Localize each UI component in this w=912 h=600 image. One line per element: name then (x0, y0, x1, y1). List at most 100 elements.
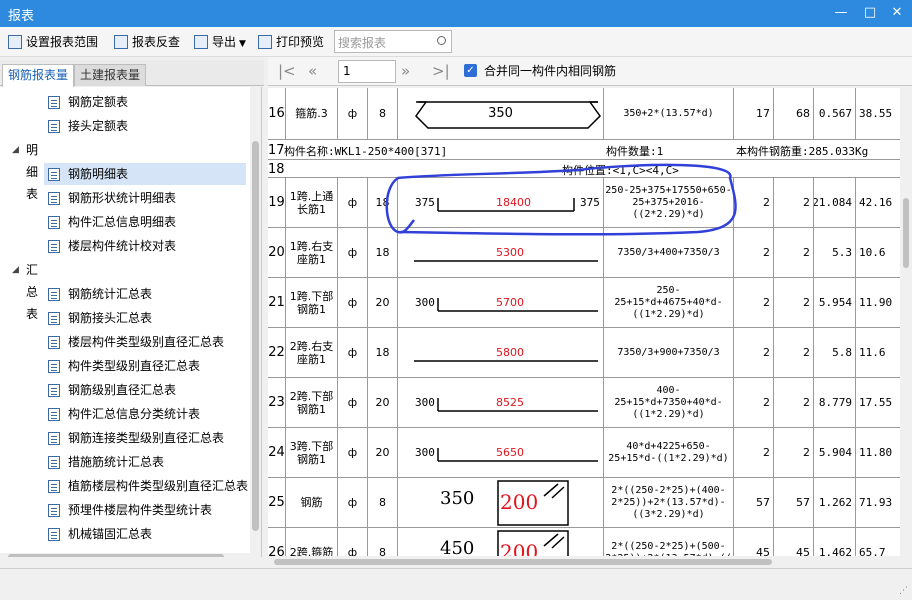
single-length: 8.779 (814, 378, 856, 427)
close-button[interactable]: ✕ (886, 3, 908, 23)
chevron-down-icon: ▼ (239, 39, 246, 49)
total-weight: 10.6 (856, 228, 900, 277)
bar-name: 1跨.上通长筋1 (286, 178, 338, 227)
single-length: 1.462 (814, 528, 856, 556)
maximize-button[interactable]: □ (859, 3, 881, 23)
component-position-row: 18 构件位置:<1,C><4,C> (268, 160, 900, 178)
toolbar: 设置报表范围 报表反查 导出 ▼ 打印预览 (0, 27, 912, 57)
left-hook-length: 300 (415, 396, 435, 409)
stirrup-height: 200 (500, 490, 539, 514)
row-number: 26 (268, 528, 286, 556)
tab-civil-report[interactable]: 土建报表量 (74, 64, 147, 86)
bar-grade: ф (338, 278, 368, 327)
minimize-button[interactable]: — (830, 3, 852, 23)
bar-shape: 450 200 (398, 528, 604, 556)
total-count: 2 (774, 278, 814, 327)
next-page-icon[interactable]: » (401, 62, 410, 80)
length-formula: 250-25+15*d+4675+40*d-((1*2.29)*d) (604, 278, 734, 327)
tree-vertical-scrollbar[interactable] (250, 87, 261, 557)
bar-count: 2 (734, 228, 774, 277)
table-row: 25 钢筋 ф 8 350 200 2*((250-2*25)+(400-2*2… (268, 478, 900, 528)
reverse-icon (114, 35, 128, 49)
search-icon[interactable] (437, 36, 446, 45)
component-position: 构件位置:<1,C><4,C> (562, 164, 679, 177)
bar-diameter: 20 (368, 428, 398, 477)
resize-grip-icon[interactable]: ⋰ (899, 586, 908, 596)
bar-grade: ф (338, 428, 368, 477)
report-search-input[interactable]: 搜索报表 (334, 30, 452, 53)
bar-name: 2跨.下部钢筋1 (286, 378, 338, 427)
row-number: 18 (268, 162, 285, 177)
bar-count: 57 (734, 478, 774, 527)
range-icon (8, 35, 22, 49)
set-range-button[interactable]: 设置报表范围 (8, 32, 98, 52)
total-count: 2 (774, 228, 814, 277)
component-count: 构件数量:1 (606, 145, 664, 158)
row-number: 24 (268, 428, 286, 477)
bar-main-length: 5650 (496, 446, 524, 459)
document-icon (48, 192, 60, 205)
document-icon (48, 96, 60, 109)
bar-grade: ф (338, 328, 368, 377)
total-weight: 65.7 (856, 528, 900, 556)
bar-count: 2 (734, 178, 774, 227)
table-row: 16 箍筋.3 ф 8 350 350+2*(13.57*d) 17 68 0.… (268, 88, 900, 140)
bar-shape: 300 5700 (398, 278, 604, 327)
document-icon (48, 432, 60, 445)
component-info-row: 17 构件名称:WKL1-250*400[371] 构件数量:1 本构件钢筋重:… (268, 140, 900, 160)
length-formula: 400-25+15*d+7350+40*d-((1*2.29)*d) (604, 378, 734, 427)
page-number-input[interactable]: 1 (338, 60, 396, 83)
row-number: 19 (268, 178, 286, 227)
total-count: 57 (774, 478, 814, 527)
scroll-thumb[interactable] (903, 198, 909, 268)
last-page-icon[interactable]: >| (432, 62, 450, 80)
scroll-thumb[interactable] (252, 141, 259, 531)
row-number: 23 (268, 378, 286, 427)
scroll-thumb[interactable] (274, 559, 772, 565)
reverse-lookup-button[interactable]: 报表反查 (114, 32, 180, 52)
report-horizontal-scrollbar[interactable] (268, 556, 900, 568)
bar-shape: 375 18400 375 (398, 178, 604, 227)
bar-count: 2 (734, 278, 774, 327)
bar-grade: ф (338, 478, 368, 527)
document-icon (48, 120, 60, 133)
bar-diameter: 18 (368, 328, 398, 377)
report-vertical-scrollbar[interactable] (900, 88, 912, 556)
single-length: 5.954 (814, 278, 856, 327)
bar-diameter: 8 (368, 88, 398, 139)
row-number: 22 (268, 328, 286, 377)
print-icon (258, 35, 272, 49)
document-icon (48, 216, 60, 229)
bar-main-length: 8525 (496, 396, 524, 409)
search-placeholder: 搜索报表 (338, 36, 387, 50)
tree-item-selected[interactable]: 钢筋明细表 (44, 163, 246, 185)
document-icon (48, 408, 60, 421)
bar-shape: 350 200 (398, 478, 604, 527)
shape-dimension: 350 (488, 106, 513, 121)
right-hook-length: 375 (580, 196, 600, 209)
merge-checkbox[interactable]: ✓ (464, 64, 477, 77)
export-button[interactable]: 导出 ▼ (194, 32, 246, 52)
prev-page-icon[interactable]: « (308, 62, 317, 80)
bar-name: 1跨.下部钢筋1 (286, 278, 338, 327)
collapse-icon[interactable]: ◢ (12, 139, 19, 161)
tab-rebar-report[interactable]: 钢筋报表量 (2, 64, 75, 87)
report-table: 16 箍筋.3 ф 8 350 350+2*(13.57*d) 17 68 0.… (268, 88, 900, 556)
report-window: 报表 — □ ✕ 设置报表范围 报表反查 导出 ▼ 打印预览 搜索报表 钢筋报表量… (0, 0, 912, 600)
bar-diameter: 20 (368, 278, 398, 327)
total-count: 2 (774, 178, 814, 227)
bar-count: 2 (734, 328, 774, 377)
left-hook-length: 300 (415, 296, 435, 309)
tree-horizontal-scrollbar[interactable] (0, 553, 250, 557)
scroll-thumb[interactable] (8, 554, 224, 557)
bar-diameter: 20 (368, 378, 398, 427)
row-number: 21 (268, 278, 286, 327)
table-row: 22 2跨.右支座筋1 ф 18 5800 7350/3+900+7350/3 2 2 5.8 1… (268, 328, 900, 378)
total-weight: 38.55 (856, 88, 900, 139)
document-icon (48, 312, 60, 325)
print-preview-button[interactable]: 打印预览 (258, 32, 324, 52)
total-weight: 11.6 (856, 328, 900, 377)
bar-name: 1跨.右支座筋1 (286, 228, 338, 277)
collapse-icon[interactable]: ◢ (12, 259, 19, 281)
first-page-icon[interactable]: |< (278, 62, 296, 80)
